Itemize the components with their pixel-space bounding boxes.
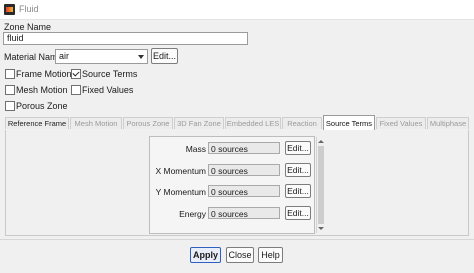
x-momentum-label: X Momentum [155, 166, 206, 176]
scroll-down-icon[interactable] [318, 227, 324, 230]
help-button[interactable]: Help [258, 247, 283, 263]
y-momentum-sources-field: 0 sources [208, 185, 280, 197]
tab-source-terms[interactable]: Source Terms [323, 115, 375, 130]
fixed-values-label: Fixed Values [82, 85, 134, 95]
x-momentum-edit-button[interactable]: Edit... [285, 163, 311, 177]
energy-label: Energy [179, 209, 206, 219]
material-edit-button[interactable]: Edit... [151, 48, 178, 64]
tab-3d-fan-zone[interactable]: 3D Fan Zone [174, 117, 224, 129]
source-terms-scrollbar[interactable] [316, 137, 325, 233]
window-title: Fluid [19, 4, 39, 14]
y-momentum-label: Y Momentum [155, 187, 206, 197]
apply-button[interactable]: Apply [190, 247, 221, 263]
zone-name-input[interactable]: fluid [3, 32, 248, 45]
fixed-values-checkbox[interactable] [71, 85, 81, 95]
scroll-up-icon[interactable] [318, 140, 324, 143]
source-terms-label: Source Terms [82, 69, 138, 79]
title-bar: Fluid [0, 0, 474, 20]
energy-edit-button[interactable]: Edit... [285, 206, 311, 220]
tab-porous-zone[interactable]: Porous Zone [123, 117, 173, 129]
frame-motion-checkbox[interactable] [5, 69, 15, 79]
material-name-label: Material Name [4, 52, 63, 62]
tab-reference-frame[interactable]: Reference Frame [5, 117, 69, 129]
mesh-motion-label: Mesh Motion [16, 85, 68, 95]
porous-zone-checkbox[interactable] [5, 101, 15, 111]
energy-sources-field: 0 sources [208, 207, 280, 219]
material-select[interactable]: air [55, 49, 148, 64]
tab-fixed-values[interactable]: Fixed Values [376, 117, 426, 129]
tab-reaction[interactable]: Reaction [282, 117, 322, 129]
mesh-motion-checkbox[interactable] [5, 85, 15, 95]
mass-edit-button[interactable]: Edit... [285, 141, 311, 155]
close-button[interactable]: Close [226, 247, 254, 263]
material-select-value: air [59, 51, 70, 61]
tab-mesh-motion[interactable]: Mesh Motion [70, 117, 122, 129]
mass-label: Mass [185, 144, 206, 154]
fluent-app-icon [4, 4, 15, 15]
scrollbar-thumb[interactable] [318, 146, 324, 224]
frame-motion-label: Frame Motion [16, 69, 72, 79]
porous-zone-label: Porous Zone [16, 101, 68, 111]
mass-sources-field: 0 sources [208, 142, 280, 154]
tab-multiphase[interactable]: Multiphase [427, 117, 469, 129]
source-terms-checkbox[interactable] [71, 69, 81, 79]
footer-divider [0, 239, 474, 240]
y-momentum-edit-button[interactable]: Edit... [285, 184, 311, 198]
x-momentum-sources-field: 0 sources [208, 164, 280, 176]
chevron-down-icon [138, 55, 144, 59]
tab-bar: Reference Frame Mesh Motion Porous Zone … [5, 115, 469, 131]
zone-name-label: Zone Name [4, 22, 52, 32]
tab-embedded-les[interactable]: Embedded LES [225, 117, 281, 129]
